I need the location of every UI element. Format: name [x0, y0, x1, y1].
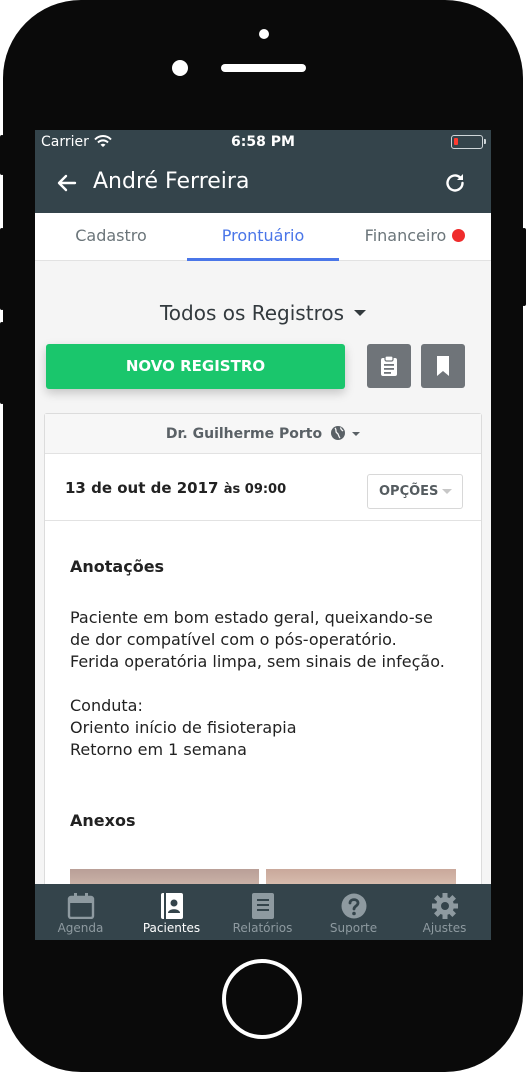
notes-line: Paciente em bom estado geral, queixando-… — [70, 608, 433, 627]
notes-text: Paciente em bom estado geral, queixando-… — [70, 607, 445, 761]
proximity-sensor — [259, 29, 269, 39]
tabbar-label: Suporte — [329, 921, 378, 935]
caret-down-icon — [442, 489, 452, 494]
refresh-icon[interactable] — [443, 171, 467, 195]
battery-icon — [451, 135, 486, 149]
front-camera — [172, 60, 188, 76]
tab-cadastro[interactable]: Cadastro — [35, 213, 187, 261]
alert-badge — [452, 229, 466, 242]
doctor-name: Dr. Guilherme Porto — [165, 426, 323, 442]
tabbar-label: Relatórios — [232, 921, 293, 935]
globe-icon — [331, 426, 346, 440]
tabbar-label: Agenda — [57, 921, 104, 935]
help-icon — [341, 893, 366, 919]
annexes-title: Anexos — [70, 811, 136, 830]
segment-tabs: Cadastro Prontuário Financeiro — [35, 213, 491, 261]
notes-title: Anotações — [70, 557, 165, 576]
tabbar-ajustes[interactable]: Ajustes — [399, 884, 490, 940]
tab-prontuario[interactable]: Prontuário — [187, 213, 339, 261]
tabbar-agenda[interactable]: Agenda — [35, 884, 126, 940]
tab-label: Cadastro — [75, 226, 147, 245]
page-title: André Ferreira — [93, 169, 250, 194]
records-filter-dropdown[interactable]: Todos os Registros — [35, 301, 491, 325]
nav-bar: André Ferreira — [35, 154, 491, 213]
back-arrow-icon[interactable] — [55, 171, 79, 195]
notes-line: Retorno em 1 semana — [70, 740, 247, 759]
bookmark-icon — [437, 356, 449, 376]
app-screen: Carrier 6:58 PM André Ferreira Cadastro … — [35, 130, 491, 940]
notes-line: Ferida operatória limpa, sem sinais de i… — [70, 652, 445, 671]
bottom-tab-bar: Agenda Pacientes Relatórios Suporte Ajus… — [35, 884, 491, 940]
record-date: 13 de out de 2017 às 09:00 — [65, 479, 286, 497]
new-record-button[interactable]: NOVO REGISTRO — [46, 344, 345, 389]
phone-frame: Carrier 6:58 PM André Ferreira Cadastro … — [0, 0, 526, 1072]
earpiece-speaker — [221, 64, 306, 72]
record-card: Dr. Guilherme Porto 13 de out de 2017 às… — [44, 413, 482, 940]
tab-financeiro[interactable]: Financeiro — [339, 213, 491, 261]
notes-line: Oriento início de fisioterapia — [70, 718, 297, 737]
bookmark-button[interactable] — [421, 344, 465, 388]
clipboard-button[interactable] — [367, 344, 411, 388]
options-label: OPÇÕES — [379, 484, 439, 499]
notes-line: Conduta: — [70, 696, 143, 715]
tabbar-pacientes[interactable]: Pacientes — [126, 884, 217, 940]
record-author[interactable]: Dr. Guilherme Porto — [45, 414, 481, 454]
tab-label: Financeiro — [364, 226, 447, 245]
tabbar-label: Pacientes — [142, 921, 201, 935]
tabbar-suporte[interactable]: Suporte — [308, 884, 399, 940]
home-button[interactable] — [222, 959, 302, 1039]
date-label: 13 de out de 2017 — [65, 479, 219, 497]
status-time: 6:58 PM — [231, 134, 295, 150]
caret-down-icon — [352, 432, 361, 436]
status-bar: Carrier 6:58 PM — [35, 130, 491, 154]
tab-label: Prontuário — [221, 226, 305, 245]
tabbar-label: Ajustes — [422, 921, 467, 935]
notes-line: de dor compatível com o pós-operatório. — [70, 630, 397, 649]
calendar-icon — [67, 893, 94, 919]
report-icon — [251, 893, 274, 919]
options-button[interactable]: OPÇÕES — [367, 474, 463, 509]
tabbar-relatorios[interactable]: Relatórios — [217, 884, 308, 940]
notes-line — [70, 673, 445, 695]
filter-label: Todos os Registros — [159, 301, 345, 325]
divider — [45, 520, 481, 521]
clipboard-icon — [381, 355, 397, 376]
time-label: às 09:00 — [223, 482, 287, 497]
contacts-icon — [160, 893, 183, 919]
caret-down-icon — [354, 310, 367, 316]
gear-icon — [431, 893, 458, 919]
